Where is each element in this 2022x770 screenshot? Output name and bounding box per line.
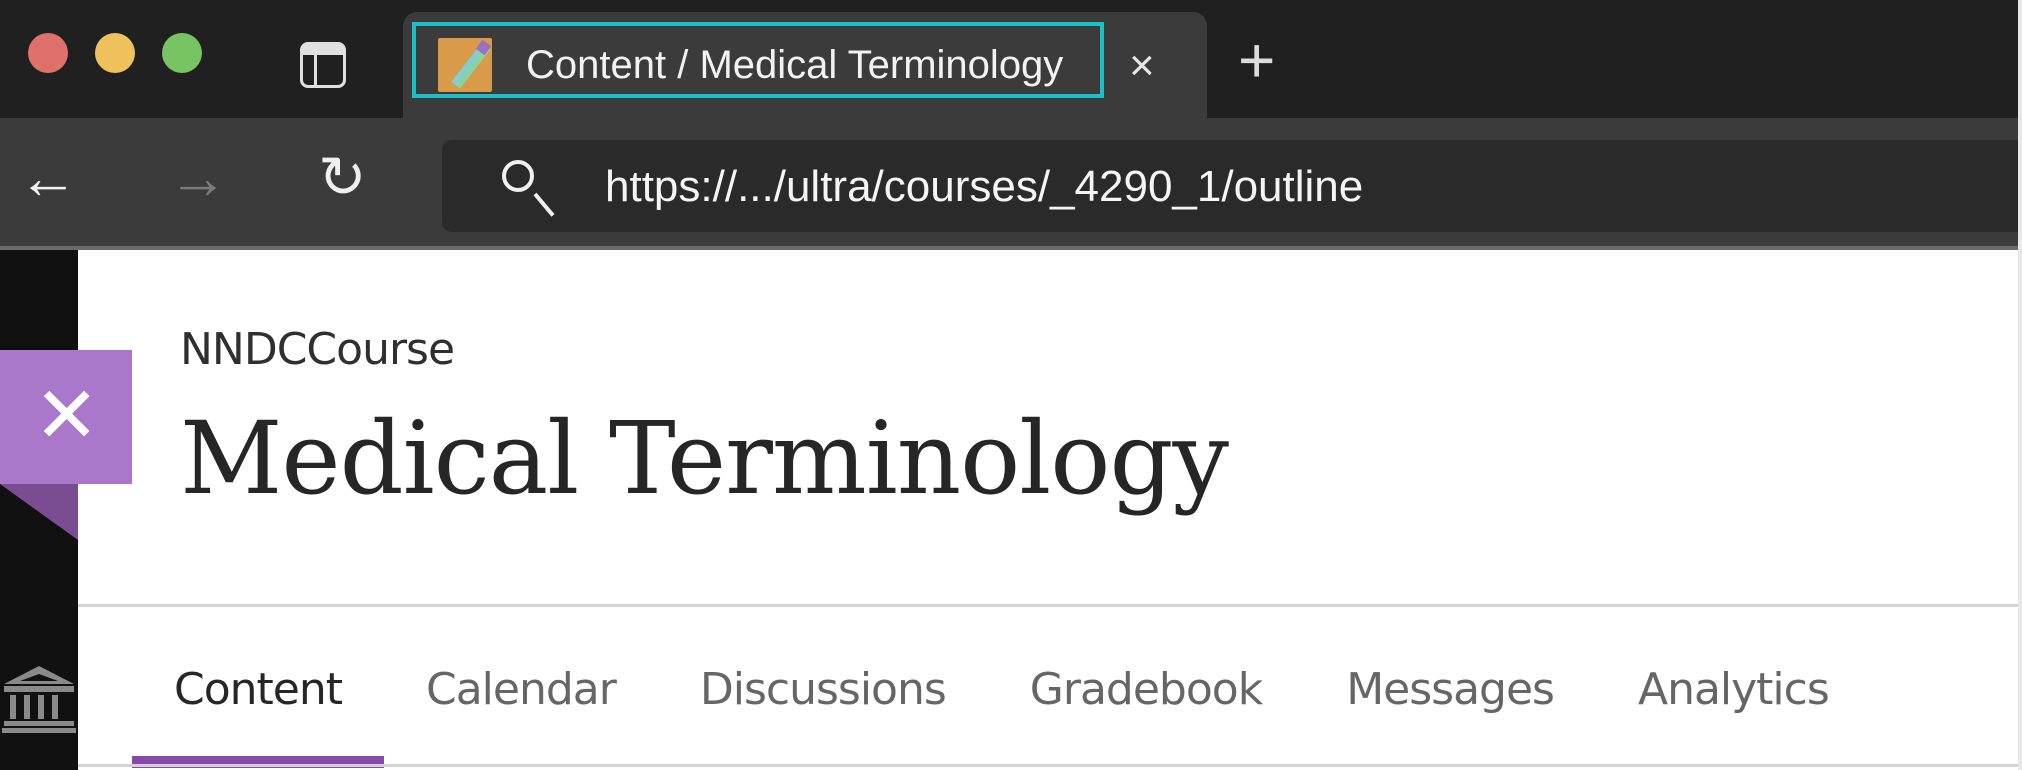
tab-title: Content / Medical Terminology (526, 43, 1064, 87)
tab-discussions[interactable]: Discussions (658, 650, 988, 760)
course-code: NNDCCourse (180, 324, 455, 375)
browser-titlebar: Content / Medical Terminology × + (0, 0, 2022, 118)
window-zoom-button[interactable] (162, 33, 202, 73)
url-text[interactable]: https://.../ultra/courses/_4290_1/outlin… (605, 160, 1363, 214)
institution-icon[interactable] (0, 662, 78, 734)
search-icon (502, 160, 534, 192)
page-title: Medical Terminology (180, 400, 1229, 517)
reload-icon[interactable]: ↻ (318, 148, 367, 208)
course-tabs: Content Calendar Discussions Gradebook M… (132, 650, 1871, 770)
tab-analytics[interactable]: Analytics (1596, 650, 1871, 760)
tabs-divider (78, 764, 2018, 767)
window-minimize-button[interactable] (95, 33, 135, 73)
pencil-icon (438, 38, 492, 92)
sidebar-toggle-icon[interactable] (300, 42, 346, 88)
close-icon: ✕ (34, 371, 100, 461)
tab-calendar[interactable]: Calendar (384, 650, 658, 760)
tab-content[interactable]: Content (132, 650, 384, 768)
browser-tab[interactable]: Content / Medical Terminology × (403, 12, 1207, 118)
window-edge (2018, 0, 2022, 770)
tab-messages[interactable]: Messages (1304, 650, 1596, 760)
header-divider (78, 604, 2018, 607)
close-course-button[interactable]: ✕ (0, 350, 132, 484)
new-tab-button[interactable]: + (1238, 28, 1275, 92)
tab-gradebook[interactable]: Gradebook (988, 650, 1304, 760)
window-close-button[interactable] (28, 33, 68, 73)
address-bar[interactable]: https://.../ultra/courses/_4290_1/outlin… (442, 140, 2018, 232)
browser-toolbar: ← → ↻ https://.../ultra/courses/_4290_1/… (0, 118, 2018, 250)
page-content: ✕ NNDCCourse Medical Terminology Content… (0, 250, 2018, 770)
panel-fold-decoration (0, 484, 78, 540)
forward-arrow-icon[interactable]: → (168, 148, 228, 208)
back-arrow-icon[interactable]: ← (18, 148, 78, 208)
tab-close-icon[interactable]: × (1129, 42, 1155, 90)
